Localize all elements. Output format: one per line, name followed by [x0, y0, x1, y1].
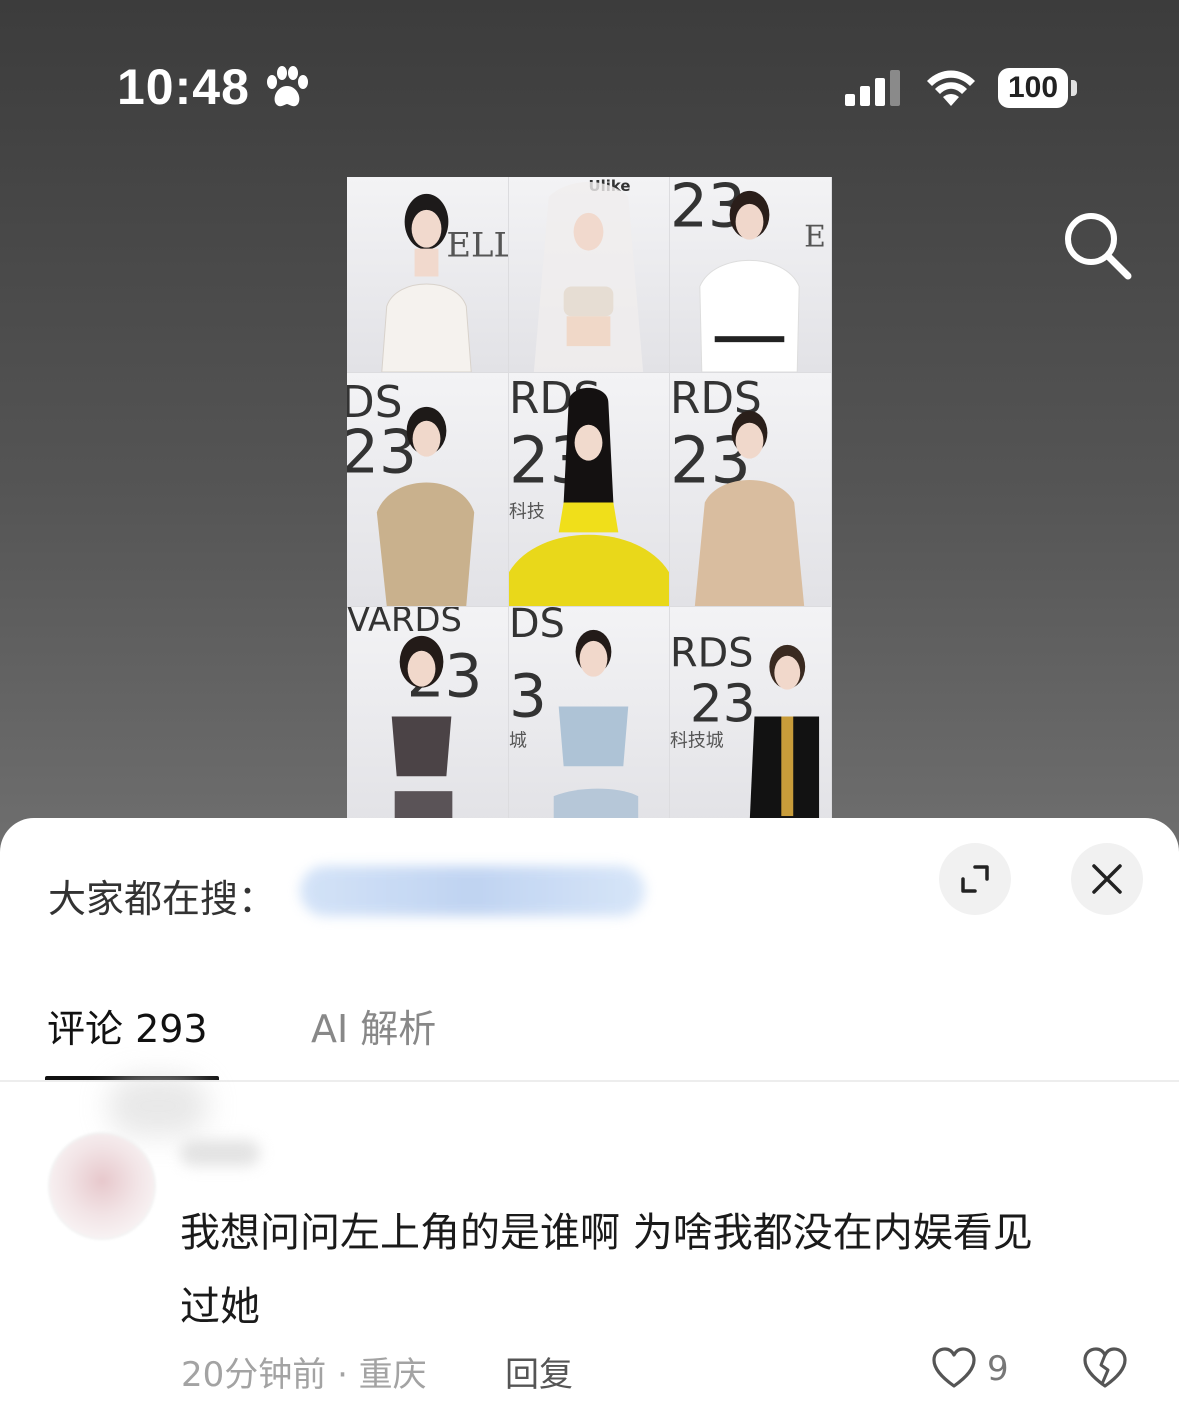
reply-button[interactable]: 回复: [505, 1347, 573, 1396]
svg-text:23: 23: [690, 674, 756, 734]
collage-cell-9: RDS 23 科技城: [670, 607, 832, 827]
battery-icon: 100: [998, 68, 1068, 108]
cellular-signal-icon: [845, 70, 900, 106]
svg-text:城: 城: [509, 730, 527, 751]
expand-button[interactable]: [939, 843, 1011, 915]
comment-line-1: 我想问问左上角的是谁啊 为啥我都没在内娱看见: [180, 1210, 1033, 1256]
collage-cell-8: DS 3 城: [509, 607, 670, 827]
wifi-icon: [927, 70, 975, 106]
collage-cell-1: ELLI: [347, 177, 509, 373]
svg-text:科技城: 科技城: [670, 730, 724, 751]
comment-meta: 20分钟前 · 重庆: [181, 1355, 427, 1395]
close-icon: [1092, 864, 1122, 894]
svg-text:3: 3: [509, 662, 547, 731]
svg-text:ELLI: ELLI: [446, 226, 508, 265]
svg-text:E: E: [804, 220, 826, 255]
svg-text:23: 23: [347, 419, 417, 488]
like-count: 9: [987, 1349, 1009, 1389]
broken-heart-icon[interactable]: [1080, 1344, 1130, 1392]
svg-text:VARDS: VARDS: [347, 607, 462, 639]
comment-line-2: 过她: [180, 1284, 260, 1330]
battery-tip: [1071, 80, 1077, 96]
svg-text:DS: DS: [509, 607, 565, 647]
close-button[interactable]: [1071, 843, 1143, 915]
svg-text:RDS: RDS: [670, 631, 753, 677]
svg-text:科技: 科技: [509, 501, 545, 522]
comment-text: 我想问问左上角的是谁啊 为啥我都没在内娱看见 过她: [180, 1196, 1140, 1344]
photo-collage[interactable]: ELLI Ulike 23 E DS 23: [347, 177, 832, 827]
collage-cell-6: RDS 23: [670, 373, 832, 607]
collage-cell-2: Ulike: [509, 177, 670, 373]
username[interactable]: [180, 1140, 260, 1166]
heart-icon[interactable]: [930, 1344, 978, 1392]
tab-comments[interactable]: 评论 293: [47, 998, 208, 1053]
status-time: 10:48: [117, 59, 250, 115]
avatar[interactable]: [50, 1134, 154, 1238]
trending-search-label: 大家都在搜：: [48, 877, 277, 921]
collage-cell-3: 23 E: [670, 177, 832, 373]
collage-cell-4: DS 23: [347, 373, 509, 607]
collage-cell-7: VARDS 23: [347, 607, 509, 827]
blur-overlay: [108, 1076, 208, 1136]
tab-ai-analysis[interactable]: AI 解析: [311, 998, 436, 1053]
paw-icon: [267, 66, 308, 107]
search-icon[interactable]: [1060, 208, 1134, 282]
expand-icon: [961, 865, 989, 893]
trending-search-query[interactable]: [300, 866, 645, 916]
collage-cell-5: RDS 23 科技: [509, 373, 670, 607]
